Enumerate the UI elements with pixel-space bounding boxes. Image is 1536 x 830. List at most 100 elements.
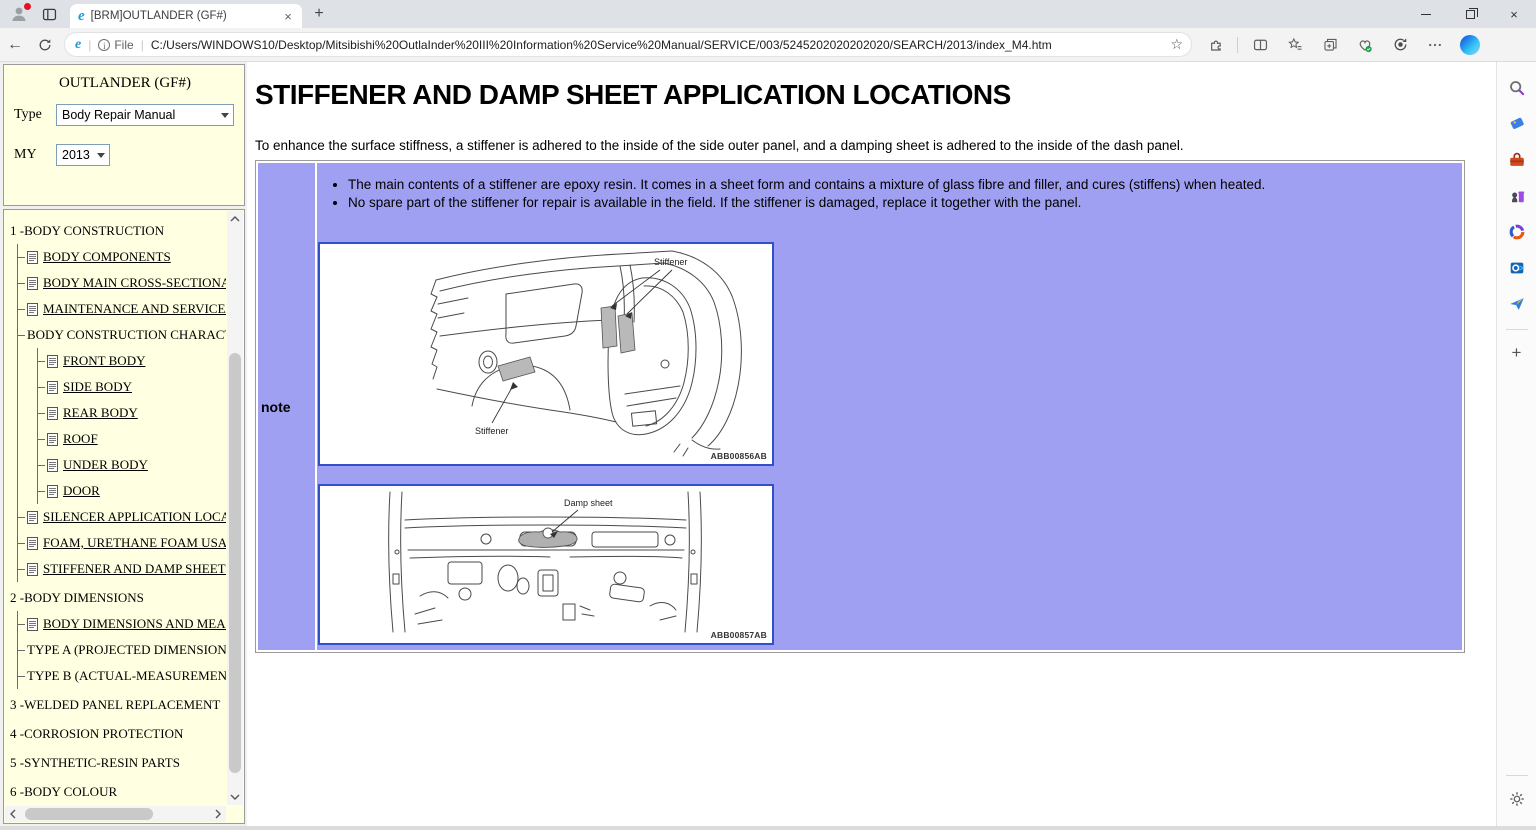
address-bar[interactable]: e | i File | C:/Users/WINDOWS10/Desktop/… (64, 32, 1192, 57)
close-button[interactable]: × (1492, 0, 1536, 28)
browser-window: e [BRM]OUTLANDER (GF#) × + × ← e | i Fil… (0, 0, 1536, 830)
rail-divider (1506, 329, 1528, 330)
scroll-left-icon[interactable] (5, 806, 21, 822)
toolbox-icon[interactable] (1504, 147, 1530, 173)
favorites-icon[interactable] (1282, 32, 1308, 58)
back-button[interactable]: ← (0, 31, 30, 59)
split-screen-icon[interactable] (1247, 32, 1273, 58)
note-table: note The main contents of a stiffener ar… (255, 160, 1465, 653)
tree-item-front-body[interactable]: FRONT BODY (38, 348, 226, 374)
scrollbar-thumb[interactable] (229, 353, 241, 773)
document-icon (27, 303, 38, 316)
contents-tree: 1 -BODY CONSTRUCTIONBODY COMPONENTSBODY … (10, 215, 226, 805)
scroll-up-icon[interactable] (227, 211, 243, 227)
model-year-value: 2013 (62, 148, 90, 162)
tab-close-icon[interactable]: × (280, 9, 296, 24)
tree-item-2-body-dimensions: 2 -BODY DIMENSIONS (10, 585, 226, 611)
document-icon (27, 618, 38, 631)
document-icon (27, 563, 38, 576)
content-frame: STIFFENER AND DAMP SHEET APPLICATION LOC… (247, 62, 1496, 826)
manual-sidebar: OUTLANDER (GF#) Type Body Repair Manual … (0, 62, 247, 826)
tree-item-body-main-cross-sectional-vie[interactable]: BODY MAIN CROSS-SECTIONAL VIE (18, 270, 226, 296)
scrollbar-thumb[interactable] (25, 808, 153, 820)
tree-item-rear-body[interactable]: REAR BODY (38, 400, 226, 426)
sidebar-settings-icon[interactable] (1504, 786, 1530, 812)
tree-item-side-body[interactable]: SIDE BODY (38, 374, 226, 400)
tree-item-door[interactable]: DOOR (38, 478, 226, 504)
contents-tree-frame: 1 -BODY CONSTRUCTIONBODY COMPONENTSBODY … (3, 209, 245, 824)
tree-item-maintenance-and-serviceabil[interactable]: MAINTENANCE AND SERVICEABIL (18, 296, 226, 322)
model-title: OUTLANDER (GF#) (14, 75, 236, 92)
games-icon[interactable] (1504, 183, 1530, 209)
site-info-button[interactable]: i File (98, 38, 133, 52)
tree-item-body-dimensions-and-measure[interactable]: BODY DIMENSIONS AND MEASURE (18, 611, 226, 637)
window-controls: × (1404, 0, 1536, 28)
tab-actions-menu-icon[interactable] (36, 3, 62, 25)
browser-essentials-icon[interactable] (1352, 32, 1378, 58)
favorite-star-icon[interactable]: ☆ (1170, 36, 1183, 53)
restore-button[interactable] (1448, 0, 1492, 28)
minimize-button[interactable] (1404, 0, 1448, 28)
my-label: MY (14, 147, 50, 163)
extensions-icon[interactable] (1202, 32, 1228, 58)
search-icon[interactable] (1504, 75, 1530, 101)
document-icon (27, 537, 38, 550)
document-icon (47, 485, 58, 498)
document-icon (27, 277, 38, 290)
note-bullet: No spare part of the stiffener for repai… (348, 194, 1452, 212)
tree-item-body-components[interactable]: BODY COMPONENTS (18, 244, 226, 270)
tree-item-under-body[interactable]: UNDER BODY (38, 452, 226, 478)
outlook-icon[interactable] (1504, 255, 1530, 281)
collections-icon[interactable] (1317, 32, 1343, 58)
tree-vertical-scrollbar[interactable] (227, 211, 243, 805)
tree-item-4-corrosion-protection: 4 -CORROSION PROTECTION (10, 721, 226, 747)
customize-sidebar-button[interactable]: + (1504, 340, 1530, 366)
document-icon (27, 251, 38, 264)
type-select[interactable]: Body Repair Manual (56, 104, 234, 126)
settings-more-icon[interactable] (1422, 32, 1448, 58)
type-select-value: Body Repair Manual (62, 108, 175, 122)
copilot-icon[interactable] (1457, 32, 1483, 58)
microsoft-365-icon[interactable] (1504, 219, 1530, 245)
ie-mode-reload-icon[interactable] (1387, 32, 1413, 58)
window-bottom-edge (0, 826, 1536, 830)
figure-code: ABB00856AB (711, 451, 767, 461)
refresh-button[interactable] (30, 31, 60, 59)
tree-branch: FRONT BODYSIDE BODYREAR BODYROOFUNDER BO… (37, 348, 226, 504)
scroll-right-icon[interactable] (210, 806, 226, 822)
tree-item-silencer-application-location[interactable]: SILENCER APPLICATION LOCATION (18, 504, 226, 530)
tree-item-type-b-actual-measurement-dim: TYPE B (ACTUAL-MEASUREMENT DIM (18, 663, 226, 689)
navigation-toolbar: ← e | i File | C:/Users/WINDOWS10/Deskto… (0, 28, 1536, 62)
page-title: STIFFENER AND DAMP SHEET APPLICATION LOC… (255, 79, 1496, 111)
tree-item-roof[interactable]: ROOF (38, 426, 226, 452)
ie-favicon: e (78, 8, 85, 25)
shopping-icon[interactable] (1504, 111, 1530, 137)
figure-code: ABB00857AB (711, 630, 767, 640)
url-text[interactable]: C:/Users/WINDOWS10/Desktop/Mitsibishi%20… (151, 38, 1165, 52)
tree-branch: BODY COMPONENTSBODY MAIN CROSS-SECTIONAL… (17, 244, 226, 582)
chevron-down-icon (97, 153, 105, 158)
document-icon (47, 407, 58, 420)
tree-item-body-construction-characteris: BODY CONSTRUCTION CHARACTERIS (18, 322, 226, 348)
note-label-cell: note (258, 163, 315, 650)
tree-branch: BODY DIMENSIONS AND MEASURETYPE A (PROJE… (17, 611, 226, 689)
tree-item-1-body-construction: 1 -BODY CONSTRUCTION (10, 218, 226, 244)
url-scheme-label: File (114, 38, 133, 52)
tree-item-foam-urethane-foam-usage-l[interactable]: FOAM, URETHANE FOAM USAGE L (18, 530, 226, 556)
tree-horizontal-scrollbar[interactable] (5, 806, 226, 822)
stiffener-label-bottom: Stiffener (475, 426, 508, 436)
titlebar: e [BRM]OUTLANDER (GF#) × + × (0, 0, 1536, 28)
chevron-down-icon (221, 113, 229, 118)
document-icon (47, 459, 58, 472)
toolbar-divider (1237, 37, 1238, 53)
model-year-select[interactable]: 2013 (56, 144, 110, 166)
scroll-down-icon[interactable] (227, 789, 243, 805)
note-bullet: The main contents of a stiffener are epo… (348, 176, 1452, 194)
new-tab-button[interactable]: + (306, 2, 332, 26)
info-icon: i (98, 39, 110, 51)
profile-button[interactable] (4, 2, 34, 26)
drop-icon[interactable] (1504, 291, 1530, 317)
edge-sidebar-rail: + (1496, 62, 1536, 826)
browser-tab[interactable]: e [BRM]OUTLANDER (GF#) × (70, 4, 302, 28)
tree-item-stiffener-and-damp-sheet-app[interactable]: STIFFENER AND DAMP SHEET APP (18, 556, 226, 582)
